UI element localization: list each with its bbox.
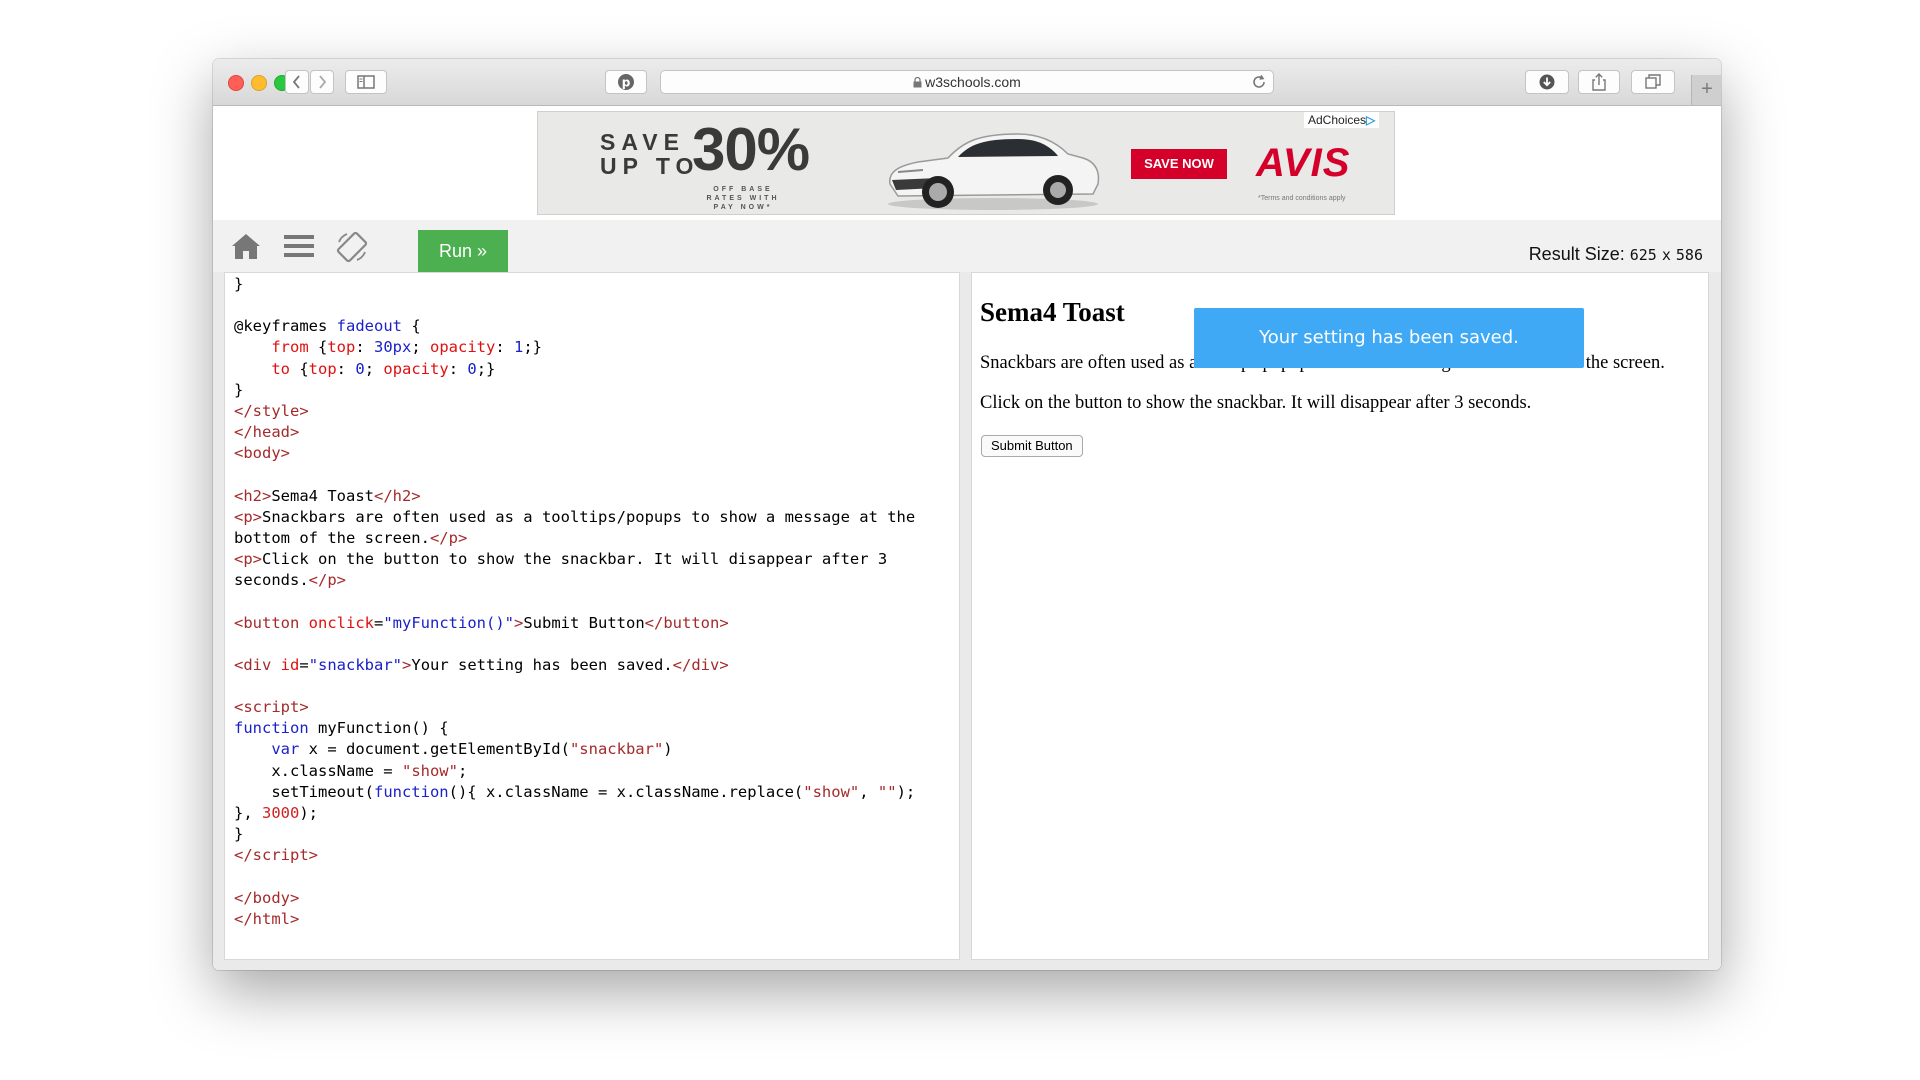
- minimize-window-button[interactable]: [251, 75, 267, 91]
- url-text: w3schools.com: [925, 74, 1021, 90]
- result-preview: Sema4 Toast Snackbars are often used as …: [971, 272, 1709, 960]
- lock-icon: [913, 77, 922, 88]
- pinterest-button[interactable]: p: [605, 70, 647, 94]
- result-height: 586: [1675, 246, 1703, 264]
- submit-button[interactable]: Submit Button: [981, 435, 1083, 457]
- ad-save-text: SAVE UP TO: [600, 129, 700, 179]
- back-button[interactable]: [285, 70, 309, 94]
- forward-button[interactable]: [310, 70, 334, 94]
- ad-percent: 30%: [692, 116, 810, 183]
- run-button[interactable]: Run »: [418, 230, 508, 272]
- editor-toolbar: Run » Result Size: 625 x 586: [213, 220, 1721, 272]
- result-width: 625: [1629, 246, 1657, 264]
- result-size: Result Size: 625 x 586: [1529, 244, 1703, 265]
- download-icon: [1539, 74, 1555, 90]
- address-bar[interactable]: w3schools.com: [660, 70, 1274, 94]
- downloads-button[interactable]: [1525, 70, 1569, 94]
- ad-banner[interactable]: SAVE UP TO 30% OFF BASE RATES WITH PAY N…: [537, 111, 1395, 215]
- code-text[interactable]: } @keyframes fadeout { from {top: 30px; …: [234, 274, 915, 930]
- chevron-left-icon: [292, 75, 300, 89]
- tab-overview-button[interactable]: [1631, 70, 1675, 94]
- adchoices-icon: ▷: [1366, 113, 1376, 127]
- sidebar-button[interactable]: [345, 70, 387, 94]
- result-x: x: [1661, 246, 1671, 264]
- browser-window: p w3schools.com + SAVE UP TO 30% OFF BAS…: [213, 59, 1721, 970]
- adchoices-link[interactable]: AdChoices▷: [1304, 112, 1380, 128]
- ad-terms: *Terms and conditions apply: [1258, 195, 1346, 202]
- pinterest-icon: p: [618, 74, 634, 90]
- svg-text:p: p: [622, 76, 631, 90]
- result-heading: Sema4 Toast: [980, 297, 1125, 327]
- editor-panes: } @keyframes fadeout { from {top: 30px; …: [213, 272, 1721, 970]
- new-tab-button[interactable]: +: [1691, 75, 1721, 105]
- car-image: [888, 133, 1100, 210]
- menu-icon[interactable]: [284, 234, 314, 258]
- share-icon: [1592, 73, 1606, 91]
- title-bar: p w3schools.com +: [213, 59, 1721, 106]
- close-window-button[interactable]: [228, 75, 244, 91]
- ad-save-now-button[interactable]: SAVE NOW: [1131, 149, 1227, 179]
- result-size-label: Result Size:: [1528, 244, 1625, 264]
- page-content: SAVE UP TO 30% OFF BASE RATES WITH PAY N…: [213, 106, 1721, 970]
- ad-fine-print: OFF BASE RATES WITH PAY NOW*: [706, 186, 780, 211]
- reload-icon[interactable]: [1251, 74, 1267, 90]
- code-editor[interactable]: } @keyframes fadeout { from {top: 30px; …: [224, 272, 960, 960]
- snackbar-toast: Your setting has been saved.: [1194, 308, 1584, 368]
- sidebar-icon: [357, 75, 375, 89]
- ad-brand-logo: AVIS: [1256, 141, 1351, 185]
- result-paragraph-2: Click on the button to show the snackbar…: [980, 393, 1532, 413]
- rotate-layout-icon[interactable]: [335, 230, 369, 264]
- home-icon[interactable]: [231, 232, 261, 260]
- share-button[interactable]: [1578, 70, 1620, 94]
- tabs-icon: [1645, 74, 1661, 89]
- adchoices-label: AdChoices: [1308, 113, 1367, 127]
- chevron-right-icon: [319, 75, 327, 89]
